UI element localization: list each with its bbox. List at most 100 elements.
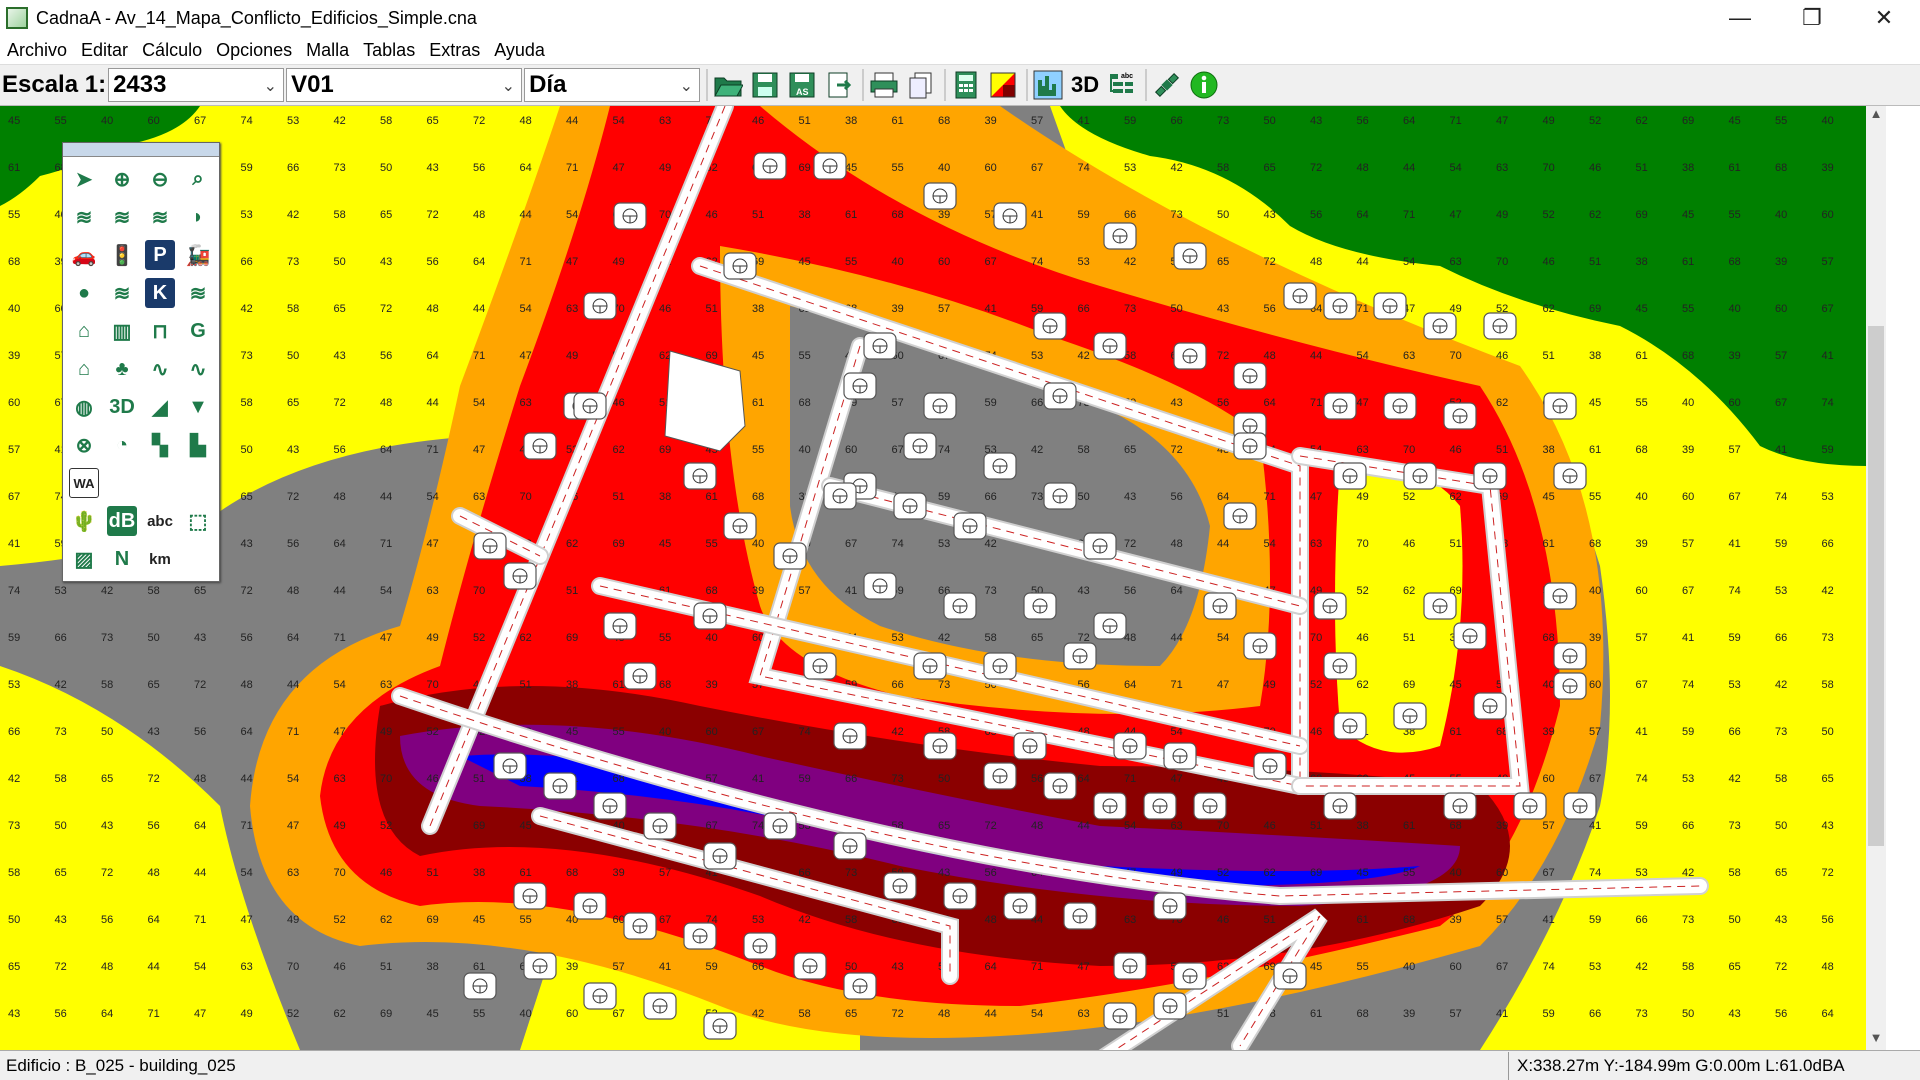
receiver-points-icon[interactable]: ◔	[103, 426, 141, 464]
forest-icon[interactable]: ♣	[103, 350, 141, 388]
building-icon[interactable]	[1153, 892, 1187, 920]
building-icon[interactable]	[573, 892, 607, 920]
contour-icon[interactable]: ∿	[141, 350, 179, 388]
building-icon[interactable]	[1423, 312, 1457, 340]
building-icon[interactable]	[1003, 892, 1037, 920]
building-icon[interactable]	[863, 332, 897, 360]
scroll-thumb[interactable]	[1868, 326, 1884, 846]
zoom-out-icon[interactable]: ⊖	[141, 160, 179, 198]
text-label-icon[interactable]: abc	[141, 502, 179, 540]
k-icon[interactable]: K	[141, 274, 179, 312]
building-icon[interactable]	[1113, 952, 1147, 980]
variant-combo[interactable]: V01 ⌄	[286, 68, 523, 102]
building-icon[interactable]	[1283, 282, 1317, 310]
menu-editar[interactable]: Editar	[74, 40, 135, 61]
vertical-scrollbar[interactable]: ▲ ▼	[1866, 106, 1886, 1050]
building-icon[interactable]	[683, 462, 717, 490]
building-icon[interactable]	[643, 812, 677, 840]
calculator-icon[interactable]	[949, 68, 983, 102]
building-icon[interactable]	[573, 392, 607, 420]
building-icon[interactable]	[1443, 402, 1477, 430]
building-icon[interactable]	[1243, 632, 1277, 660]
minimize-button[interactable]: —	[1704, 0, 1776, 36]
building-icon[interactable]	[1323, 292, 1357, 320]
building-icon[interactable]	[803, 652, 837, 680]
ground-absorption-icon[interactable]: G	[179, 312, 217, 350]
building-icon[interactable]	[683, 922, 717, 950]
vertical-area-icon[interactable]: ≋	[179, 274, 217, 312]
save-icon[interactable]	[748, 68, 782, 102]
open-icon[interactable]	[711, 68, 745, 102]
building-icon[interactable]	[763, 812, 797, 840]
building-icon[interactable]	[923, 392, 957, 420]
building-icon[interactable]	[723, 252, 757, 280]
building-icon[interactable]	[693, 602, 727, 630]
building-icon[interactable]	[603, 612, 637, 640]
road-icon[interactable]: 🚗	[65, 236, 103, 274]
terrain-object-icon[interactable]: 🌵	[65, 502, 103, 540]
building-icon[interactable]	[983, 452, 1017, 480]
building-icon[interactable]	[1253, 752, 1287, 780]
building-icon[interactable]	[753, 152, 787, 180]
building-icon[interactable]	[1093, 332, 1127, 360]
scroll-up-icon[interactable]: ▲	[1866, 106, 1886, 126]
building-icon[interactable]	[1203, 592, 1237, 620]
menu-opciones[interactable]: Opciones	[209, 40, 299, 61]
building-icon[interactable]	[623, 662, 657, 690]
menu-extras[interactable]: Extras	[422, 40, 487, 61]
building-icon[interactable]	[1223, 502, 1257, 530]
barrier-icon[interactable]: ▥	[103, 312, 141, 350]
building-icon[interactable]	[1553, 642, 1587, 670]
building-icon[interactable]	[1483, 312, 1517, 340]
building-icon[interactable]	[1093, 612, 1127, 640]
menu-calculo[interactable]: Cálculo	[135, 40, 209, 61]
building-icon[interactable]	[613, 202, 647, 230]
db-label-icon[interactable]: dB	[103, 502, 141, 540]
north-arrow-icon[interactable]: N	[103, 540, 141, 578]
building-icon[interactable]	[1323, 392, 1357, 420]
building-icon[interactable]	[923, 182, 957, 210]
palette-drag-handle[interactable]	[63, 143, 219, 157]
building-icon[interactable]	[1313, 592, 1347, 620]
building-icon[interactable]	[523, 952, 557, 980]
print-icon[interactable]	[867, 68, 901, 102]
building-icon[interactable]	[943, 882, 977, 910]
building-icon[interactable]	[1023, 592, 1057, 620]
building-icon[interactable]	[743, 932, 777, 960]
building-icon[interactable]	[923, 732, 957, 760]
period-combo[interactable]: Día ⌄	[524, 68, 701, 102]
bridge-icon[interactable]: ⊓	[141, 312, 179, 350]
select-arrow-icon[interactable]: ➤	[65, 160, 103, 198]
building-icon[interactable]	[1153, 992, 1187, 1020]
terrain-icon[interactable]	[1031, 68, 1065, 102]
building-icon[interactable]	[1423, 592, 1457, 620]
cylinder-icon[interactable]: ◍	[65, 388, 103, 426]
building-icon[interactable]	[1323, 652, 1357, 680]
embankment-icon[interactable]: ◢	[141, 388, 179, 426]
building-icon[interactable]	[953, 512, 987, 540]
close-button[interactable]: ✕	[1848, 0, 1920, 36]
building-icon[interactable]	[903, 432, 937, 460]
building-icon[interactable]	[1233, 362, 1267, 390]
building-icon[interactable]	[1013, 732, 1047, 760]
building-icon[interactable]	[1063, 642, 1097, 670]
noise-map-svg[interactable]: 45 55 40 60 67 74 53 42 58 65 72 48 44 54 63 70 46 51 38 61…	[0, 106, 1866, 1050]
noise-map-canvas[interactable]: 45 55 40 60 67 74 53 42 58 65 72 48 44 54 63 70 46 51 38 61…	[0, 106, 1866, 1050]
building-icon[interactable]	[703, 1012, 737, 1040]
industrial-icon[interactable]: ≋	[103, 274, 141, 312]
triangle-icon[interactable]: ▼	[179, 388, 217, 426]
menu-ayuda[interactable]: Ayuda	[487, 40, 552, 61]
building-icon[interactable]	[1043, 382, 1077, 410]
building-icon[interactable]	[1233, 432, 1267, 460]
3d-reflector-icon[interactable]: 3D	[103, 388, 141, 426]
building-icon[interactable]	[1553, 672, 1587, 700]
building-icon[interactable]	[913, 652, 947, 680]
line-source-icon[interactable]: ≋	[103, 198, 141, 236]
menu-archivo[interactable]: Archivo	[0, 40, 74, 61]
building-icon[interactable]	[1273, 962, 1307, 990]
satellite-icon[interactable]	[1150, 68, 1184, 102]
hatch-icon[interactable]: ▨	[65, 540, 103, 578]
building-icon[interactable]	[843, 372, 877, 400]
building-icon[interactable]	[1373, 292, 1407, 320]
wa-icon[interactable]: WA	[65, 464, 103, 502]
